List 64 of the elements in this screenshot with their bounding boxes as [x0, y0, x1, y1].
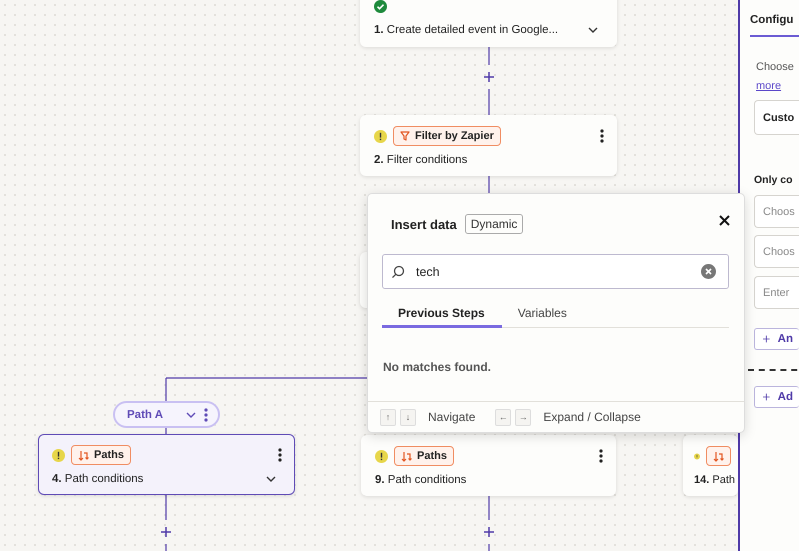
more-options-icon[interactable] [599, 449, 603, 463]
connector-line [488, 544, 490, 551]
panel-text: Choose [756, 61, 794, 73]
connector-line [488, 495, 490, 520]
clear-icon[interactable] [701, 264, 716, 279]
key-hint: → [515, 408, 532, 426]
search-icon [391, 265, 405, 279]
panel-tab[interactable]: Configu [750, 14, 799, 37]
step-card[interactable]: Paths 4. Path conditions [38, 434, 295, 495]
step-title: 2. Filter conditions [374, 154, 468, 166]
key-hint: ← [495, 408, 512, 426]
dynamic-tag: Dynamic [464, 214, 524, 234]
step-title: 1. Create detailed event in Google... [374, 24, 558, 36]
chevron-down-icon[interactable] [186, 412, 196, 418]
funnel-icon [400, 131, 410, 141]
app-badge: Paths [71, 445, 131, 465]
empty-message: No matches found. [383, 360, 492, 374]
split-arrows-icon [78, 450, 89, 460]
warning-icon [375, 450, 388, 462]
plus-icon [763, 334, 770, 344]
step-card[interactable]: 14. Path [683, 435, 738, 496]
add-button[interactable]: Ad [754, 386, 799, 408]
check-circle-icon [374, 0, 387, 13]
chevron-down-icon[interactable] [266, 476, 276, 482]
input-field[interactable]: Choos [754, 195, 799, 228]
connector-line [165, 495, 167, 520]
section-title: Only co [754, 174, 793, 186]
app-badge: Paths [394, 446, 454, 466]
tab[interactable]: Variables [502, 303, 584, 328]
warning-icon [52, 448, 65, 462]
select-field[interactable]: Custo [754, 100, 799, 135]
add-step-icon[interactable] [160, 526, 172, 538]
plus-icon [763, 392, 770, 402]
more-options-icon[interactable] [278, 448, 282, 462]
search-field[interactable]: tech [382, 254, 729, 289]
step-title: 9. Path conditions [375, 474, 466, 486]
chevron-down-icon[interactable] [588, 27, 598, 33]
path-label[interactable]: Path A [113, 401, 220, 428]
step-title: 14. Path [694, 474, 735, 486]
input-field[interactable]: Enter [754, 276, 799, 309]
popover-title: Insert data [391, 216, 457, 232]
more-options-icon[interactable] [600, 129, 604, 143]
learn-more-link[interactable]: more [756, 80, 782, 92]
split-arrows-icon [401, 450, 412, 462]
warning-icon [374, 130, 387, 142]
add-step-icon[interactable] [483, 71, 495, 83]
add-step-icon[interactable] [483, 526, 495, 538]
split-arrows-icon [713, 450, 724, 462]
add-button[interactable]: An [754, 328, 799, 350]
close-button[interactable] [719, 214, 730, 226]
shortcut-label: Navigate [428, 410, 476, 424]
connector-line [488, 89, 490, 115]
input-field[interactable]: Choos [754, 235, 799, 268]
more-options-icon[interactable] [204, 408, 208, 422]
step-card[interactable]: 1. Create detailed event in Google... [360, 0, 617, 47]
key-hint: ↑ [380, 408, 396, 426]
step-card[interactable]: Filter by Zapier 2. Filter conditions [360, 115, 617, 176]
app-badge: Filter by Zapier [393, 126, 501, 146]
step-card[interactable]: Paths 9. Path conditions [361, 435, 616, 496]
connector-line [165, 544, 167, 551]
key-hint: ↓ [400, 408, 416, 426]
shortcut-label: Expand / Collapse [543, 410, 641, 424]
tab[interactable]: Previous Steps [382, 303, 502, 328]
step-title: 4. Path conditions [52, 473, 144, 485]
